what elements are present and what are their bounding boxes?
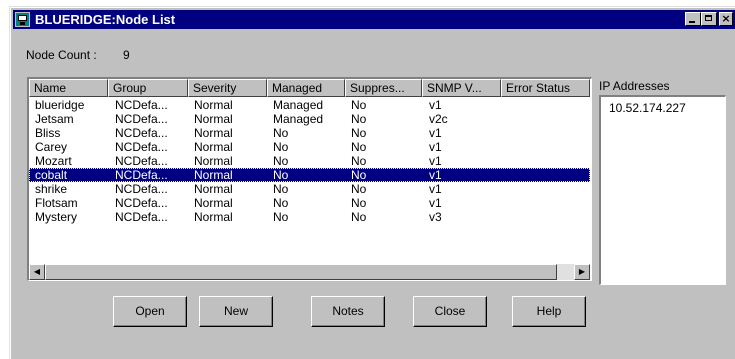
table-cell: No xyxy=(273,168,289,182)
table-cell: No xyxy=(351,140,367,154)
column-header-group[interactable]: Group xyxy=(108,79,188,97)
column-header-error-status[interactable]: Error Status xyxy=(501,79,590,97)
maximize-button[interactable] xyxy=(701,12,717,26)
table-cell: NCDefa... xyxy=(115,154,168,168)
table-row[interactable]: Mystery NCDefa... Normal No No v3 xyxy=(29,210,590,224)
column-header-managed[interactable]: Managed xyxy=(267,79,345,97)
table-cell: Normal xyxy=(194,154,233,168)
table-row[interactable]: Bliss NCDefa... Normal No No v1 xyxy=(29,126,590,140)
table-cell: Managed xyxy=(273,112,324,126)
table-row[interactable]: blueridge NCDefa... Normal Managed No v1 xyxy=(29,98,590,112)
node-count-value: 9 xyxy=(123,48,130,62)
table-cell: No xyxy=(351,196,367,210)
table-cell: NCDefa... xyxy=(115,196,168,210)
table-cell: No xyxy=(351,182,367,196)
notes-button[interactable]: Notes xyxy=(311,296,385,327)
table-cell: Normal xyxy=(194,210,233,224)
title-bar[interactable]: BLUERIDGE:Node List × xyxy=(13,10,735,29)
table-row[interactable]: Mozart NCDefa... Normal No No v1 xyxy=(29,154,590,168)
table-cell: v1 xyxy=(429,168,442,182)
table-cell: Normal xyxy=(194,168,233,182)
minimize-button[interactable] xyxy=(685,12,701,26)
table-cell: No xyxy=(351,126,367,140)
table-row[interactable]: cobalt NCDefa... Normal No No v1 xyxy=(29,168,590,182)
table-cell: v3 xyxy=(429,210,442,224)
table-cell: Bliss xyxy=(35,126,61,140)
table-cell: Carey xyxy=(35,140,68,154)
table-cell: Normal xyxy=(194,140,233,154)
table-cell: NCDefa... xyxy=(115,210,168,224)
horizontal-scrollbar[interactable]: ◀ ▶ xyxy=(29,264,590,280)
close-window-button[interactable]: × xyxy=(719,12,733,26)
column-header-name[interactable]: Name xyxy=(29,79,108,97)
table-cell: No xyxy=(273,126,289,140)
column-header-severity[interactable]: Severity xyxy=(188,79,267,97)
window-title: BLUERIDGE:Node List xyxy=(35,12,176,27)
open-button[interactable]: Open xyxy=(113,296,187,327)
help-button[interactable]: Help xyxy=(512,296,586,327)
table-row[interactable]: Carey NCDefa... Normal No No v1 xyxy=(29,140,590,154)
table-cell: No xyxy=(273,182,289,196)
node-list-app-icon[interactable] xyxy=(15,12,30,27)
table-cell: Normal xyxy=(194,182,233,196)
table-cell: Flotsam xyxy=(35,196,78,210)
table-cell: v1 xyxy=(429,140,442,154)
close-button[interactable]: Close xyxy=(413,296,487,327)
table-cell: No xyxy=(273,196,289,210)
table-cell: NCDefa... xyxy=(115,112,168,126)
column-header-suppressed[interactable]: Suppres... xyxy=(345,79,422,97)
table-row[interactable]: Flotsam NCDefa... Normal No No v1 xyxy=(29,196,590,210)
table-cell: v1 xyxy=(429,126,442,140)
table-cell: Managed xyxy=(273,98,324,112)
table-cell: Jetsam xyxy=(35,112,74,126)
table-cell: No xyxy=(351,154,367,168)
table-cell: cobalt xyxy=(35,168,68,182)
table-cell: No xyxy=(273,154,289,168)
table-cell: Normal xyxy=(194,112,233,126)
table-cell: No xyxy=(273,140,289,154)
table-cell: v1 xyxy=(429,154,442,168)
table-cell: No xyxy=(273,210,289,224)
table-cell: Normal xyxy=(194,126,233,140)
table-cell: No xyxy=(351,168,367,182)
ip-address-item[interactable]: 10.52.174.227 xyxy=(609,101,717,115)
node-count-label: Node Count : xyxy=(26,48,97,62)
arrow-left-icon[interactable]: ◀ xyxy=(29,264,45,280)
table-row[interactable]: Jetsam NCDefa... Normal Managed No v2c xyxy=(29,112,590,126)
table-cell: NCDefa... xyxy=(115,98,168,112)
table-cell: NCDefa... xyxy=(115,140,168,154)
table-cell: blueridge xyxy=(35,98,85,112)
table-cell: NCDefa... xyxy=(115,168,168,182)
table-row[interactable]: shrike NCDefa... Normal No No v1 xyxy=(29,182,590,196)
table-cell: NCDefa... xyxy=(115,182,168,196)
table-cell: Normal xyxy=(194,98,233,112)
scrollbar-thumb[interactable] xyxy=(45,264,557,280)
table-cell: Mozart xyxy=(35,154,72,168)
new-button[interactable]: New xyxy=(199,296,273,327)
table-cell: v2c xyxy=(429,112,448,126)
table-cell: Mystery xyxy=(35,210,77,224)
table-cell: No xyxy=(351,98,367,112)
table-cell: shrike xyxy=(35,182,68,196)
table-cell: NCDefa... xyxy=(115,126,168,140)
node-list[interactable]: Name Group Severity Managed Suppres... S… xyxy=(27,77,592,281)
table-cell: No xyxy=(351,112,367,126)
table-cell: v1 xyxy=(429,182,442,196)
arrow-right-icon[interactable]: ▶ xyxy=(574,264,590,280)
ip-addresses-list[interactable]: 10.52.174.227 xyxy=(599,95,726,285)
table-cell: No xyxy=(351,210,367,224)
ip-addresses-label: IP Addresses xyxy=(599,79,670,93)
table-cell: v1 xyxy=(429,98,442,112)
column-header-snmp-version[interactable]: SNMP V... xyxy=(422,79,501,97)
table-cell: v1 xyxy=(429,196,442,210)
table-cell: Normal xyxy=(194,196,233,210)
